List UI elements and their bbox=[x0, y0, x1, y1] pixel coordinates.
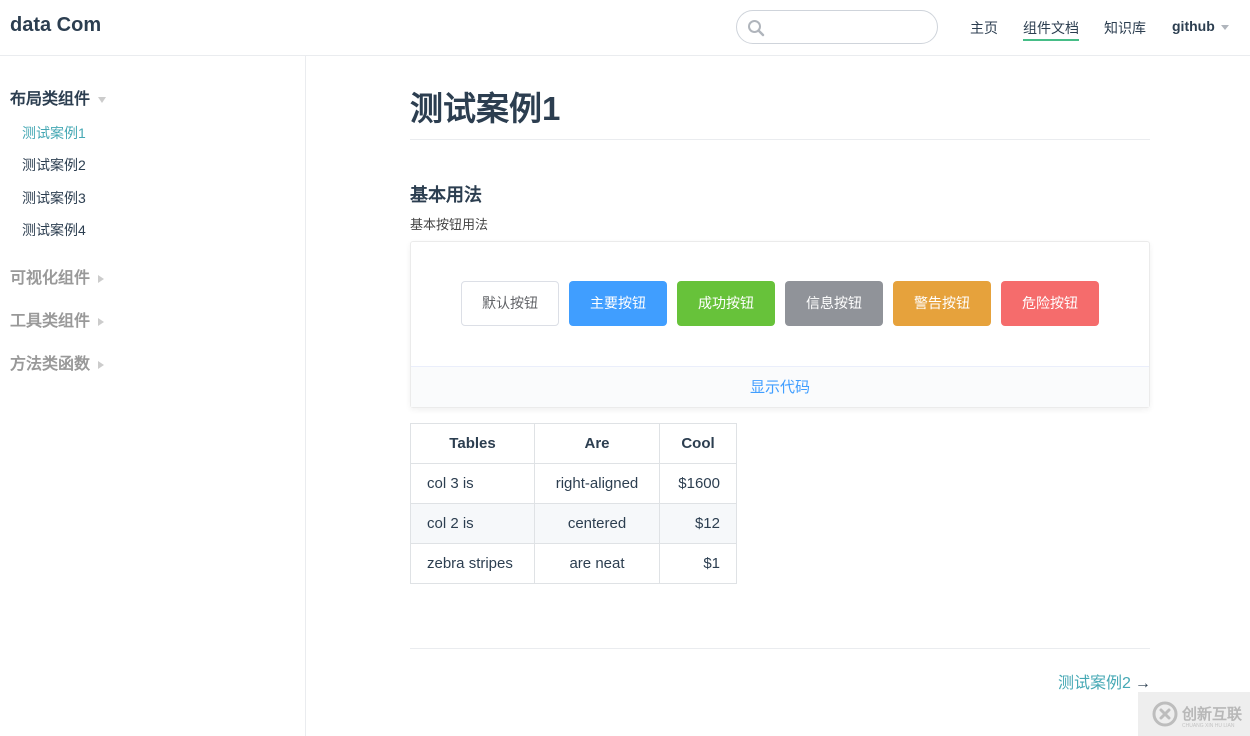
table-row: col 2 is centered $12 bbox=[410, 503, 737, 544]
table-cell: centered bbox=[534, 503, 660, 544]
table-header-cell: Cool bbox=[659, 423, 737, 464]
sidebar-item-case-1[interactable]: 测试案例1 bbox=[22, 123, 86, 143]
sidebar-item-case-4[interactable]: 测试案例4 bbox=[22, 220, 86, 240]
sidebar-item-case-3[interactable]: 测试案例3 bbox=[22, 188, 86, 208]
watermark-subtext: CHUANG XIN HU LIAN bbox=[1182, 723, 1235, 729]
default-button[interactable]: 默认按钮 bbox=[461, 281, 559, 326]
table-header-cell: Tables bbox=[410, 423, 535, 464]
nav-link-label: 知识库 bbox=[1104, 20, 1146, 36]
nav-link-knowledge-base[interactable]: 知识库 bbox=[1104, 18, 1146, 38]
markdown-table: Tables Are Cool col 3 is right-aligned $… bbox=[410, 423, 737, 584]
warning-button[interactable]: 警告按钮 bbox=[893, 281, 991, 326]
nav-link-label: 主页 bbox=[970, 20, 998, 36]
table-row: col 3 is right-aligned $1600 bbox=[410, 463, 737, 504]
success-button[interactable]: 成功按钮 bbox=[677, 281, 775, 326]
demo-block: 默认按钮 主要按钮 成功按钮 信息按钮 警告按钮 危险按钮 显示代码 bbox=[410, 241, 1150, 408]
table-cell: right-aligned bbox=[534, 463, 660, 504]
footer-divider bbox=[410, 648, 1150, 649]
nav-link-home[interactable]: 主页 bbox=[970, 18, 998, 38]
watermark: 创新互联 CHUANG XIN HU LIAN bbox=[1138, 692, 1250, 736]
table-cell: col 3 is bbox=[410, 463, 535, 504]
table-row: zebra stripes are neat $1 bbox=[410, 543, 737, 584]
sidebar-group-label: 工具类组件 bbox=[10, 313, 91, 330]
table-header-row: Tables Are Cool bbox=[410, 423, 737, 464]
sidebar-group-visualization[interactable]: 可视化组件 bbox=[10, 264, 105, 288]
nav-link-component-docs[interactable]: 组件文档 bbox=[1023, 18, 1079, 41]
show-code-toggle[interactable]: 显示代码 bbox=[411, 366, 1149, 407]
table-cell: $1600 bbox=[659, 463, 737, 504]
sidebar-group-tools[interactable]: 工具类组件 bbox=[10, 307, 105, 331]
nav-link-label: 组件文档 bbox=[1023, 20, 1079, 36]
next-page-label: 测试案例2 bbox=[1058, 675, 1131, 692]
nav-dropdown-github[interactable]: github bbox=[1172, 18, 1229, 34]
chevron-right-icon bbox=[98, 274, 105, 283]
sidebar-group-layout[interactable]: 布局类组件 bbox=[10, 85, 107, 109]
primary-button[interactable]: 主要按钮 bbox=[569, 281, 667, 326]
table-cell: zebra stripes bbox=[410, 543, 535, 584]
watermark-logo-icon bbox=[1152, 701, 1178, 727]
watermark-text: 创新互联 bbox=[1182, 706, 1243, 723]
sidebar-group-label: 方法类函数 bbox=[10, 356, 91, 373]
site-name[interactable]: data Com bbox=[10, 14, 101, 37]
table-header-cell: Are bbox=[534, 423, 660, 464]
chevron-down-icon bbox=[1220, 24, 1229, 30]
table-cell: $1 bbox=[659, 543, 737, 584]
sidebar-group-label: 可视化组件 bbox=[10, 270, 91, 287]
search-input[interactable] bbox=[769, 15, 929, 39]
page-title: 测试案例1 bbox=[410, 90, 561, 127]
chevron-right-icon bbox=[98, 317, 105, 326]
title-divider bbox=[410, 139, 1150, 140]
table-cell: $12 bbox=[659, 503, 737, 544]
chevron-down-icon bbox=[98, 96, 107, 103]
navbar: data Com 主页 组件文档 知识库 github bbox=[0, 0, 1250, 56]
arrow-right-icon: → bbox=[1134, 675, 1151, 692]
next-page-link[interactable]: 测试案例2 → bbox=[1058, 669, 1151, 693]
search-icon bbox=[748, 20, 765, 37]
info-button[interactable]: 信息按钮 bbox=[785, 281, 883, 326]
sidebar-group-label: 布局类组件 bbox=[10, 91, 91, 108]
danger-button[interactable]: 危险按钮 bbox=[1001, 281, 1099, 326]
table-cell: are neat bbox=[534, 543, 660, 584]
search-box[interactable] bbox=[736, 10, 938, 44]
table-cell: col 2 is bbox=[410, 503, 535, 544]
sidebar: 布局类组件 测试案例1 测试案例2 测试案例3 测试案例4 可视化组件 工具类组… bbox=[0, 56, 306, 736]
chevron-right-icon bbox=[98, 360, 105, 369]
section-description: 基本按钮用法 bbox=[410, 217, 489, 232]
section-title: 基本用法 bbox=[410, 185, 482, 205]
sidebar-group-methods[interactable]: 方法类函数 bbox=[10, 350, 105, 374]
nav-link-label: github bbox=[1172, 18, 1215, 34]
sidebar-item-case-2[interactable]: 测试案例2 bbox=[22, 155, 86, 175]
